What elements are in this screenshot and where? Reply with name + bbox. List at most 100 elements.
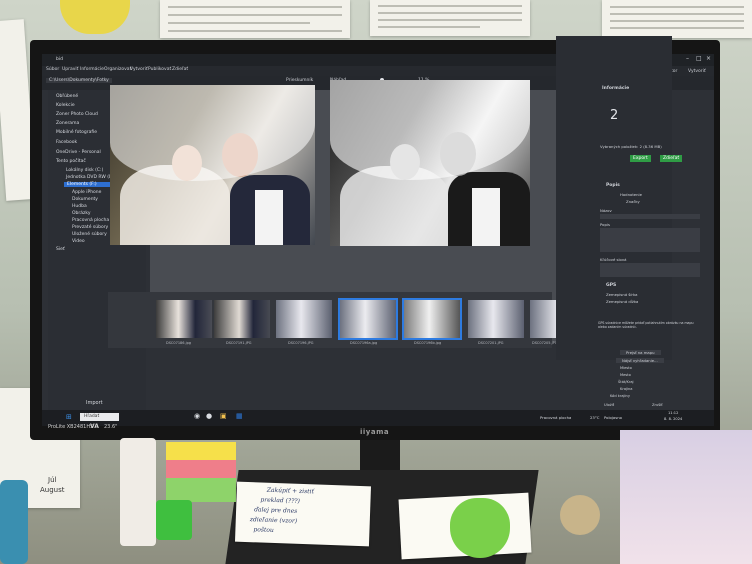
- thumbnail-label: DSC07201.JPG: [478, 341, 504, 345]
- sidebar-item-network[interactable]: Sieť: [56, 247, 65, 252]
- workspace-label: Pracovná plocha: [540, 415, 572, 420]
- thumbnail-label: DSC07186.jpg: [166, 341, 192, 345]
- mode-create-tab[interactable]: Vytvoriť: [688, 69, 706, 74]
- sidebar-item-video[interactable]: Video: [72, 239, 85, 244]
- thumbnail-label: DSC07205.JPG: [532, 341, 558, 345]
- handwritten-note: Zakúpiť + zistiť preklad (???) ďalej pre…: [234, 481, 372, 547]
- menu-publish[interactable]: Publikovať: [148, 67, 171, 72]
- menu-edit[interactable]: Upraviť: [62, 67, 78, 72]
- description-section-header[interactable]: Popis: [606, 183, 620, 188]
- gps-note: GPS súradnice môžete pridať potiahnutím …: [598, 321, 694, 329]
- groom-shirt: [255, 190, 283, 245]
- city-label: Mesto: [620, 373, 631, 377]
- close-icon[interactable]: ×: [706, 55, 711, 62]
- sidebar-item-mobile-photos[interactable]: Mobilné fotografie: [56, 130, 97, 135]
- path-input[interactable]: C:\Users\Dokumenty\Fotky: [46, 78, 112, 83]
- sidebar-item-this-pc[interactable]: Tento počítač: [56, 159, 86, 164]
- calendar-month-label: Júl: [48, 476, 57, 484]
- cream-tube: [120, 438, 156, 546]
- monitor-size-badge: 23.6": [104, 424, 118, 430]
- preview-photo-bw[interactable]: [330, 80, 530, 246]
- weather-text: Polojasno: [604, 415, 622, 420]
- note-line: preklad (???): [260, 496, 301, 505]
- title-input[interactable]: [600, 214, 700, 219]
- chrome-icon[interactable]: ●: [206, 412, 212, 420]
- monitor-brand: iiyama: [360, 428, 390, 436]
- sidebar-item-desktop[interactable]: Pracovná plocha: [72, 218, 109, 223]
- selected-count: 2: [610, 108, 619, 123]
- preview-photo-color[interactable]: [110, 85, 315, 245]
- description-label: Popis: [600, 222, 610, 227]
- keywords-input[interactable]: [600, 263, 700, 277]
- description-input[interactable]: [600, 228, 700, 252]
- share-button[interactable]: Zdieľať: [660, 155, 683, 162]
- keywords-label: Kľúčové slová: [600, 257, 627, 262]
- menu-file[interactable]: Súbor: [46, 67, 59, 72]
- sidebar-item-collections[interactable]: Kolekcie: [56, 103, 75, 108]
- maximize-icon[interactable]: □: [696, 55, 702, 62]
- sidebar-item-favorites[interactable]: Obľúbené: [56, 94, 78, 99]
- sidebar-item-saved[interactable]: Uložené súbory: [72, 232, 107, 237]
- green-container: [156, 500, 192, 540]
- minimize-icon[interactable]: –: [686, 55, 689, 62]
- gps-longitude-label: Zemepisná dĺžka: [606, 299, 639, 304]
- taskbar-search[interactable]: Hľadať: [80, 413, 120, 421]
- sidebar-item-disk-c[interactable]: Lokálny disk (C:): [66, 168, 103, 173]
- sidebar-item-dvd-d[interactable]: Jednotka DVD RW (D:): [66, 175, 116, 180]
- map-button[interactable]: Prejsť na mapu: [620, 350, 661, 355]
- sidebar-item-documents[interactable]: Dokumenty: [72, 197, 98, 202]
- monitor-va-badge: VA: [90, 423, 99, 430]
- veil-bw: [330, 80, 530, 180]
- note-line: ďalej pre dnes: [253, 506, 298, 515]
- tab-title[interactable]: bid: [56, 57, 63, 62]
- gps-section-header[interactable]: GPS: [606, 283, 616, 288]
- menu-organize[interactable]: Organizovať: [104, 67, 131, 72]
- gps-latitude-label: Zemepisná šírka: [606, 292, 638, 297]
- save-button[interactable]: Uložiť: [604, 403, 614, 407]
- menu-info[interactable]: Informácie: [80, 67, 104, 72]
- folder-icon[interactable]: ▣: [220, 412, 227, 420]
- sidebar-item-zonerama[interactable]: Zonerama: [56, 121, 79, 126]
- place-label: Miesto: [620, 366, 632, 370]
- title-label: Názov: [600, 208, 612, 213]
- thumbnail-selected[interactable]: [338, 298, 398, 340]
- thumbnail-label: DSC07196.JPG: [288, 341, 314, 345]
- green-clover-magnet: [450, 498, 510, 558]
- monitor-model-badge: ProLite XB2481HS: [48, 424, 94, 430]
- thumbnail-label: DSC07191.JPG: [226, 341, 252, 345]
- sidebar-item-pictures[interactable]: Obrázky: [72, 211, 90, 216]
- browser-icon[interactable]: ◉: [194, 412, 200, 420]
- sidebar-item-cloud[interactable]: Zoner Photo Cloud: [56, 112, 98, 117]
- windows-start-icon[interactable]: ⊞: [66, 413, 72, 421]
- pinned-calendar: [602, 0, 752, 38]
- sidebar-item-onedrive[interactable]: OneDrive - Personal: [56, 150, 101, 155]
- note-line: poštou: [253, 526, 274, 534]
- cancel-button[interactable]: Zrušiť: [652, 403, 663, 407]
- thumbnail[interactable]: [214, 300, 270, 338]
- thumbnail[interactable]: [156, 300, 212, 338]
- thumbnail-selected[interactable]: [402, 298, 462, 340]
- thumbnail[interactable]: [468, 300, 524, 338]
- sidebar-item-music[interactable]: Hudba: [72, 204, 87, 209]
- country-label: Krajina: [620, 387, 633, 391]
- sticky-notes-stack: [166, 442, 236, 502]
- thumbnail[interactable]: [276, 300, 332, 338]
- country-code-label: Kód krajiny: [610, 394, 630, 398]
- menu-create[interactable]: Vytvoriť: [130, 67, 148, 72]
- import-button[interactable]: Import: [86, 400, 103, 406]
- thumbnail[interactable]: [530, 300, 558, 338]
- browser-button[interactable]: Prieskumník: [286, 78, 313, 83]
- export-button[interactable]: Export: [630, 155, 651, 162]
- clock-date: 8. 8. 2024: [664, 417, 683, 421]
- decorative-ball: [560, 495, 600, 535]
- thumbnail-label: DSC07196b.jpg: [414, 341, 442, 345]
- sidebar-item-iphone[interactable]: Apple iPhone: [72, 190, 101, 195]
- menu-share[interactable]: Zdieľať: [172, 67, 188, 72]
- clock-time: 11:12: [668, 411, 679, 415]
- search-location-button[interactable]: Nájsť vyhľadanie...: [616, 358, 664, 363]
- sidebar-item-facebook[interactable]: Facebook: [56, 140, 77, 145]
- zoner-app-icon[interactable]: ▦: [236, 412, 243, 420]
- sidebar-item-downloads[interactable]: Prevzaté súbory: [72, 225, 108, 230]
- rating-label: Hodnotenie: [620, 192, 642, 197]
- water-bottle: [0, 480, 28, 564]
